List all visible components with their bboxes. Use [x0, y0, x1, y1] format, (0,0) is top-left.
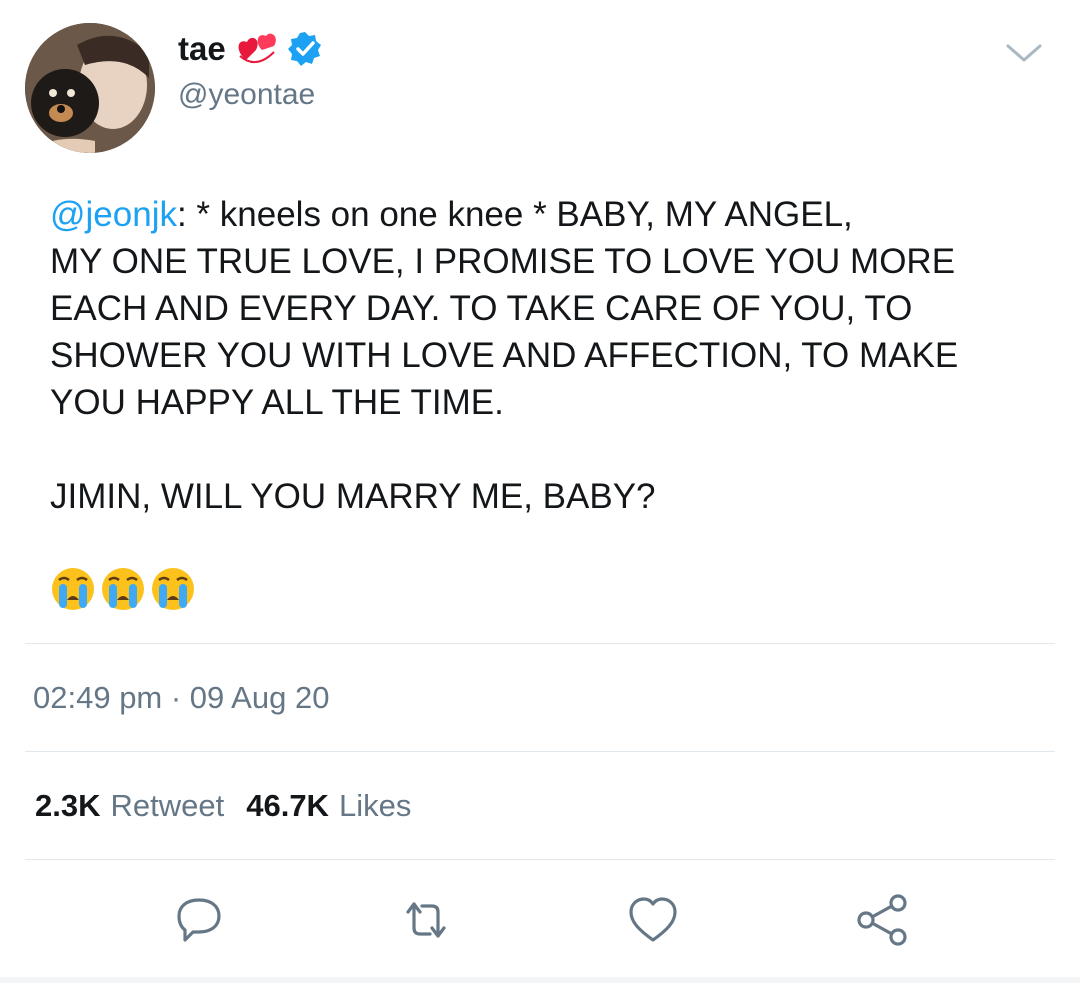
tweet-line-6: JIMIN, WILL YOU MARRY ME, BABY?: [50, 477, 656, 516]
avatar-image: [25, 23, 155, 153]
retweet-icon: [406, 902, 446, 938]
emoji-row: [50, 566, 196, 612]
tweet-line-1: : * kneels on one knee * BABY, MY ANGEL,: [176, 195, 853, 234]
reply-button[interactable]: [171, 892, 227, 948]
tweet-line-4: SHOWER YOU WITH LOVE AND AFFECTION, TO M…: [50, 336, 959, 375]
avatar[interactable]: [25, 23, 155, 153]
author-name-row[interactable]: tae: [178, 26, 324, 72]
tweet-stats: 2.3K Retweet 46.7K Likes: [35, 788, 411, 824]
retweet-count: 2.3K: [35, 788, 101, 823]
divider: [25, 751, 1055, 752]
mention-link[interactable]: @jeonjk: [50, 195, 177, 234]
tweet-timestamp[interactable]: 02:49 pm · 09 Aug 20: [33, 680, 329, 716]
share-button[interactable]: [855, 892, 911, 948]
tweet-line-2: MY ONE TRUE LOVE, I PROMISE TO LOVE YOU …: [50, 242, 956, 281]
bottom-edge: [0, 977, 1080, 983]
tweet-line-3: EACH AND EVERY DAY. TO TAKE CARE OF YOU,…: [50, 289, 913, 328]
crying-face-icon: [152, 568, 194, 610]
retweets-stat[interactable]: 2.3K Retweet: [35, 788, 224, 824]
retweet-label: Retweet: [110, 788, 225, 823]
author-handle[interactable]: @yeontae: [178, 78, 315, 112]
crying-face-icon: [52, 568, 94, 610]
action-bar: [0, 892, 1080, 952]
share-icon: [857, 894, 907, 946]
chevron-down-icon[interactable]: [1004, 38, 1044, 68]
retweet-button[interactable]: [398, 892, 454, 948]
tweet-text: @jeonjk: * kneels on one knee * BABY, MY…: [50, 191, 1050, 520]
likes-label: Likes: [338, 788, 412, 823]
likes-count: 46.7K: [246, 788, 329, 823]
verified-badge-icon: [286, 30, 324, 68]
divider: [25, 859, 1055, 860]
tweet-line-5: YOU HAPPY ALL THE TIME.: [50, 383, 504, 422]
likes-stat[interactable]: 46.7K Likes: [246, 788, 411, 824]
display-name[interactable]: tae: [178, 30, 226, 68]
divider: [25, 643, 1055, 644]
revolving-hearts-icon: [236, 30, 278, 68]
like-icon: [629, 897, 677, 942]
like-button[interactable]: [625, 892, 681, 948]
crying-face-icon: [102, 568, 144, 610]
reply-icon: [177, 898, 221, 942]
